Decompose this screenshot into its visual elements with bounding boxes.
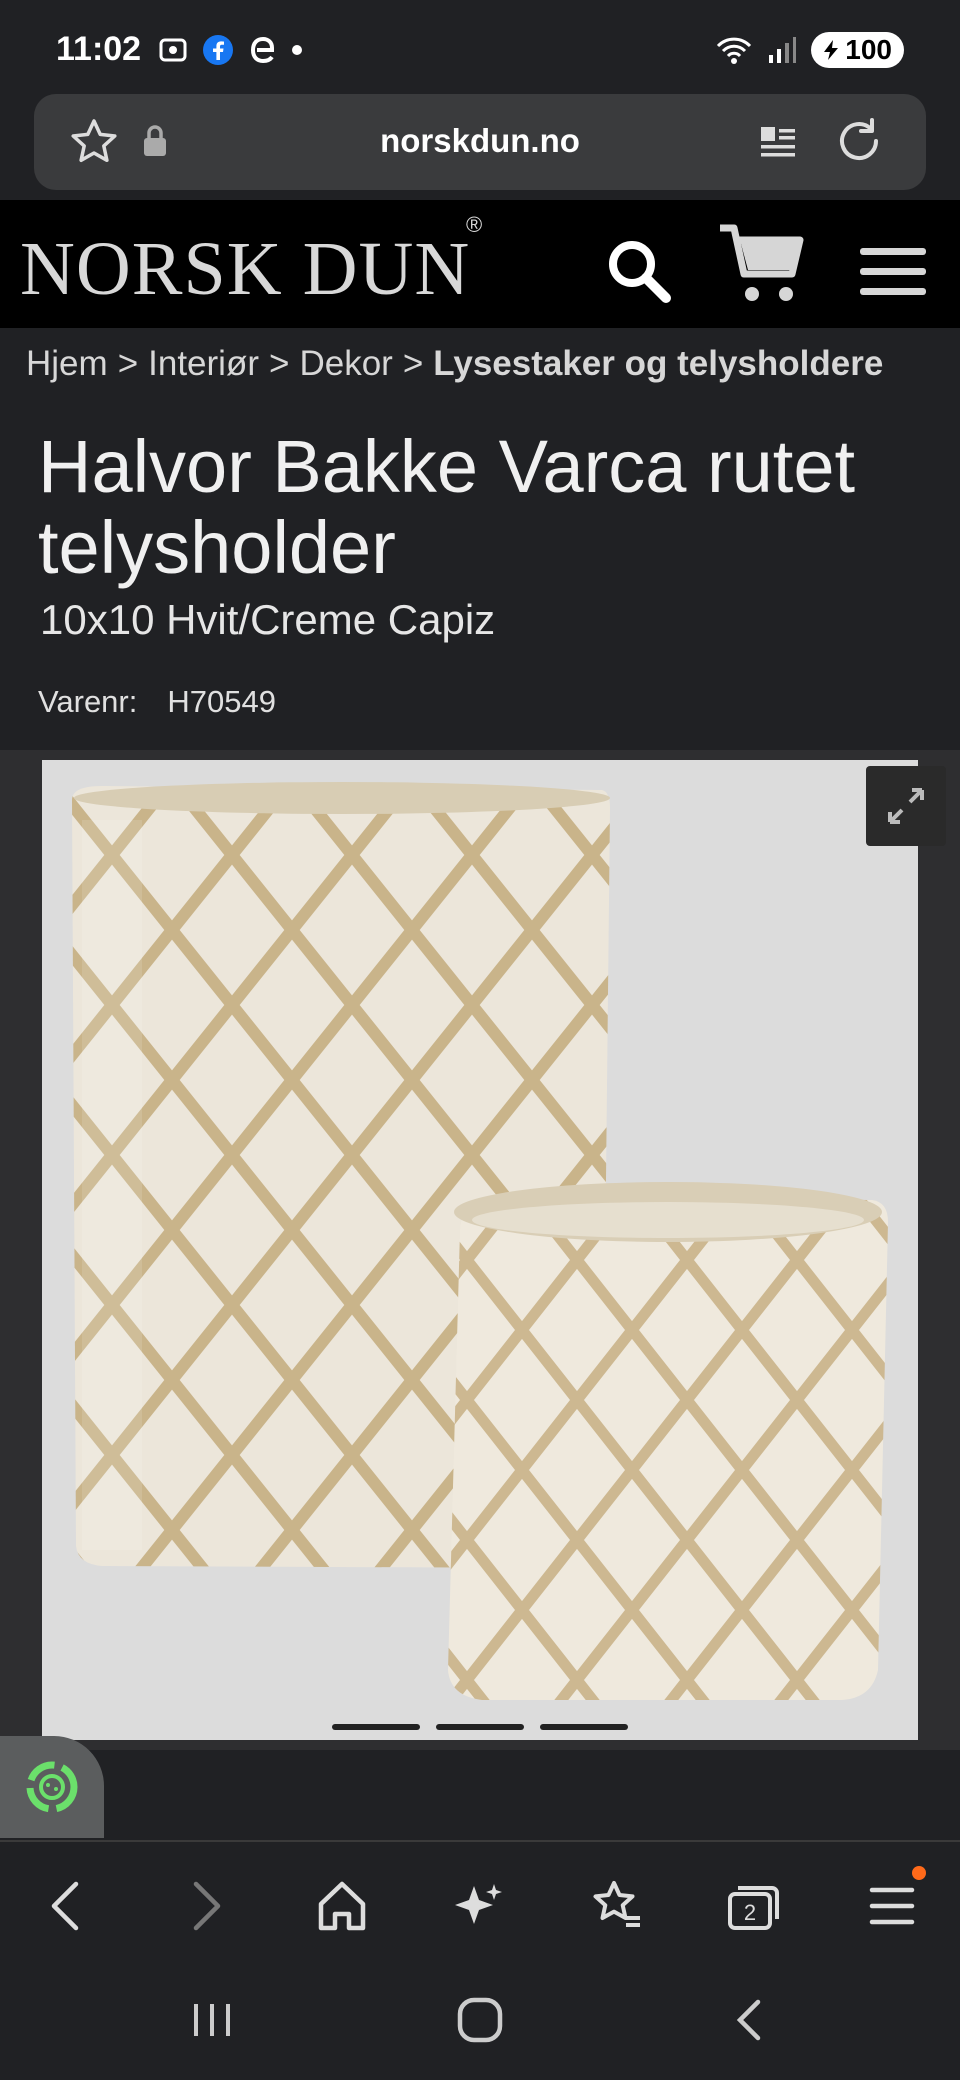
battery-icon: 100 — [811, 32, 904, 68]
breadcrumb-item-hjem[interactable]: Hjem — [26, 344, 108, 383]
status-icons-left — [158, 34, 304, 66]
product-image[interactable] — [42, 760, 918, 1740]
status-time: 11:02 — [56, 30, 142, 68]
screenshot-icon — [159, 38, 187, 62]
gallery-pagination — [0, 1724, 960, 1730]
eco-widget-icon — [26, 1761, 78, 1813]
product-subtitle: 10x10 Hvit/Creme Capiz — [40, 596, 496, 643]
reader-mode-icon[interactable] — [758, 122, 798, 162]
ai-sparkle-icon[interactable] — [452, 1878, 504, 1934]
sku-value: H70549 — [167, 684, 276, 719]
breadcrumb-item-interior[interactable]: Interiør — [148, 344, 259, 383]
recent-apps-icon[interactable] — [190, 1996, 234, 2044]
cart-icon[interactable] — [716, 222, 806, 306]
e-icon — [250, 36, 274, 64]
content-spacer — [0, 1750, 960, 1840]
expand-icon — [888, 788, 924, 824]
android-nav-bar — [0, 1960, 960, 2080]
sku-row: Varenr: H70549 — [38, 684, 276, 720]
home-icon[interactable] — [316, 1878, 368, 1934]
site-logo[interactable]: NORSK DUN — [20, 226, 470, 313]
search-icon[interactable] — [604, 236, 672, 304]
sku-label: Varenr: — [38, 684, 138, 719]
floating-widget-button[interactable] — [0, 1736, 104, 1838]
forward-icon[interactable] — [186, 1878, 226, 1934]
gallery-dot-2[interactable] — [436, 1724, 524, 1730]
expand-gallery-button[interactable] — [866, 766, 946, 846]
signal-icon — [769, 37, 797, 63]
registered-mark: ® — [466, 212, 483, 237]
breadcrumb-item-current[interactable]: Lysestaker og telysholdere — [433, 344, 883, 383]
breadcrumb-item-dekor[interactable]: Dekor — [299, 344, 392, 383]
status-icons-right: 100 — [715, 32, 904, 68]
gallery-dot-3[interactable] — [540, 1724, 628, 1730]
wifi-icon — [717, 37, 752, 64]
browser-menu-icon[interactable] — [868, 1878, 916, 1934]
back-nav-icon[interactable] — [730, 1996, 770, 2044]
breadcrumb: Hjem > Interiør > Dekor > Lysestaker og telysh… — [26, 344, 883, 384]
product-title: Halvor Bakke Varca rutet telysholder — [38, 425, 856, 590]
browser-toolbar: 2 — [0, 1840, 960, 1960]
home-nav-icon[interactable] — [456, 1996, 504, 2044]
url-bar[interactable]: norskdun.no — [34, 94, 926, 190]
breadcrumb-separator: > — [269, 344, 290, 383]
bookmarks-icon[interactable] — [588, 1878, 644, 1934]
menu-icon[interactable] — [858, 246, 928, 298]
reload-icon[interactable] — [832, 114, 886, 168]
svg-text:2: 2 — [744, 1900, 756, 1925]
breadcrumb-separator: > — [117, 344, 139, 383]
facebook-icon — [203, 35, 233, 65]
back-icon[interactable] — [46, 1878, 86, 1934]
notification-dot — [912, 1866, 926, 1880]
status-bar: 11:02 100 — [0, 0, 960, 92]
site-header: NORSK DUN ® — [0, 200, 960, 328]
product-gallery[interactable] — [0, 750, 960, 1750]
gallery-dot-1[interactable] — [332, 1724, 420, 1730]
dot-icon — [292, 45, 302, 55]
tabs-icon[interactable]: 2 — [726, 1878, 782, 1934]
breadcrumb-separator: > — [402, 344, 424, 383]
battery-level: 100 — [845, 34, 892, 65]
